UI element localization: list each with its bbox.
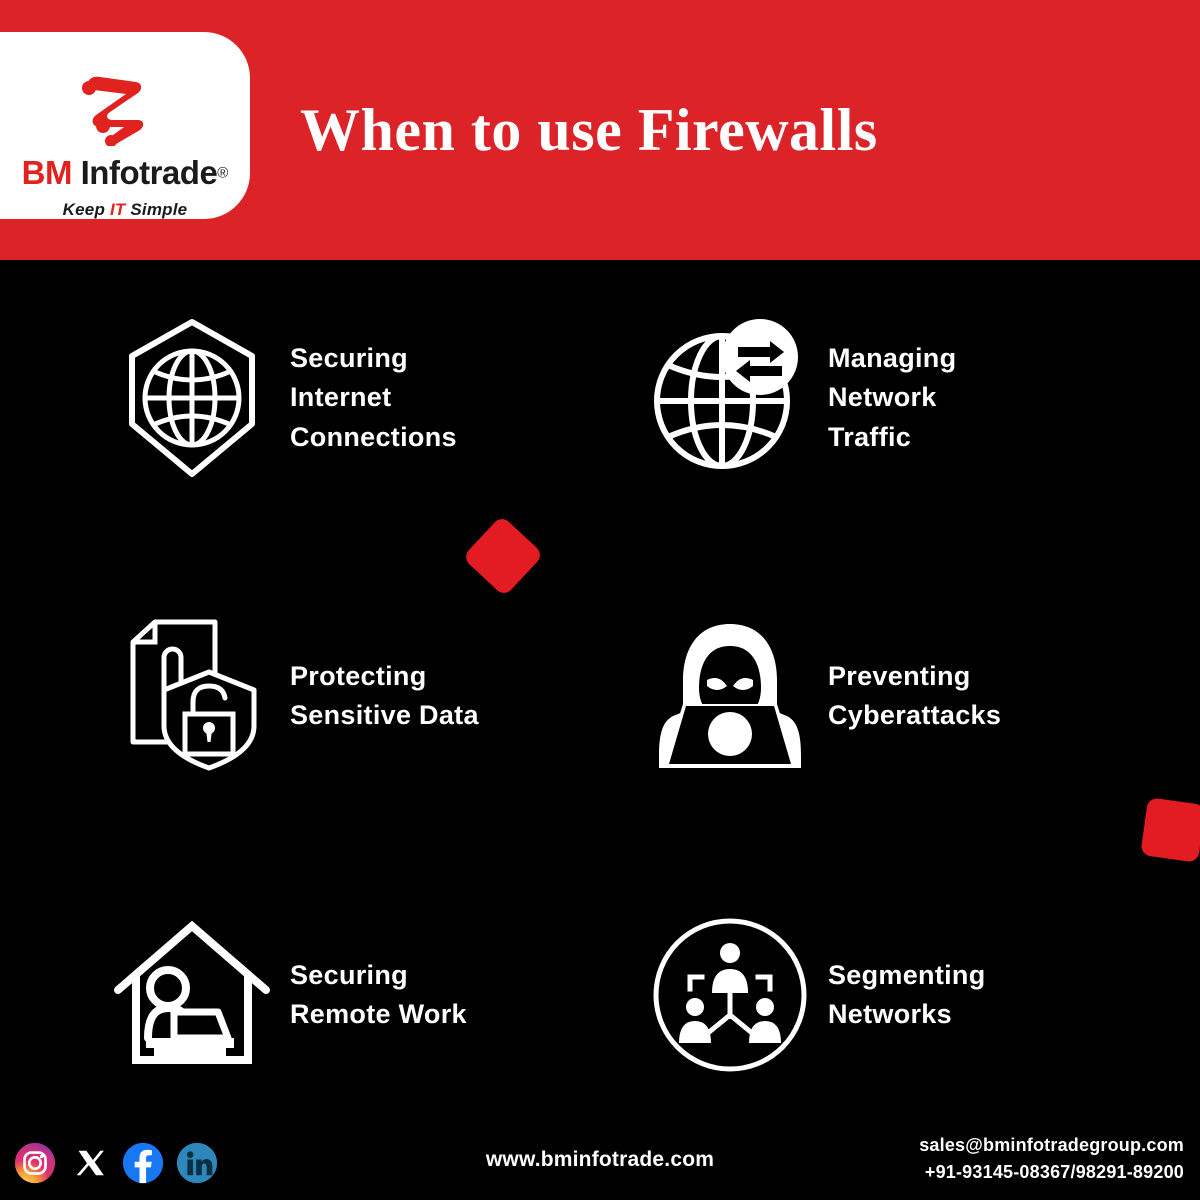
bm-lightning-logo-icon [64,70,164,147]
feature-item: Managing Network Traffic [650,313,956,483]
registered-mark: ® [217,164,229,182]
network-segmentation-icon [650,910,810,1080]
feature-item: Segmenting Networks [650,910,986,1080]
feature-label: Protecting Sensitive Data [290,660,479,730]
footer-bar: www.bminfotrade.com sales@bminfotradegro… [0,1120,1200,1200]
tagline-pre: Keep [62,200,110,219]
feature-label: Securing Remote Work [290,959,467,1029]
feature-item: Securing Remote Work [112,910,467,1080]
footer-email[interactable]: sales@bminfotradegroup.com [919,1132,1184,1159]
globe-transfer-arrows-icon [650,313,810,483]
brand-logo-card: BM Infotrade® Keep IT Simple [0,32,250,219]
feature-label: Securing Internet Connections [290,342,457,452]
hacker-laptop-icon [650,611,810,781]
feature-label: Managing Network Traffic [828,342,957,452]
shield-globe-icon [112,313,272,483]
feature-label: Preventing Cyberattacks [828,660,1002,730]
tagline-post: Simple [125,200,188,219]
brand-wordmark: BM Infotrade® [0,154,250,192]
brand-name-first: BM [21,154,73,191]
feature-item: Preventing Cyberattacks [650,611,1001,781]
feature-item: Protecting Sensitive Data [112,611,479,781]
header-bar: BM Infotrade® Keep IT Simple When to use… [0,0,1200,260]
page-title: When to use Firewalls [300,97,878,163]
brand-name-second: Infotrade [80,154,218,191]
house-remote-worker-icon [112,910,272,1080]
feature-grid: Securing Internet Connections Managing N… [0,285,1200,1120]
footer-contact: sales@bminfotradegroup.com +91-93145-083… [919,1132,1184,1186]
feature-item: Securing Internet Connections [112,313,457,483]
brand-tagline: Keep IT Simple [0,200,250,220]
tagline-accent: IT [109,200,126,219]
document-alert-lock-shield-icon [112,611,272,781]
feature-label: Segmenting Networks [828,959,986,1029]
footer-phone[interactable]: +91-93145-08367/98291-89200 [919,1159,1184,1186]
